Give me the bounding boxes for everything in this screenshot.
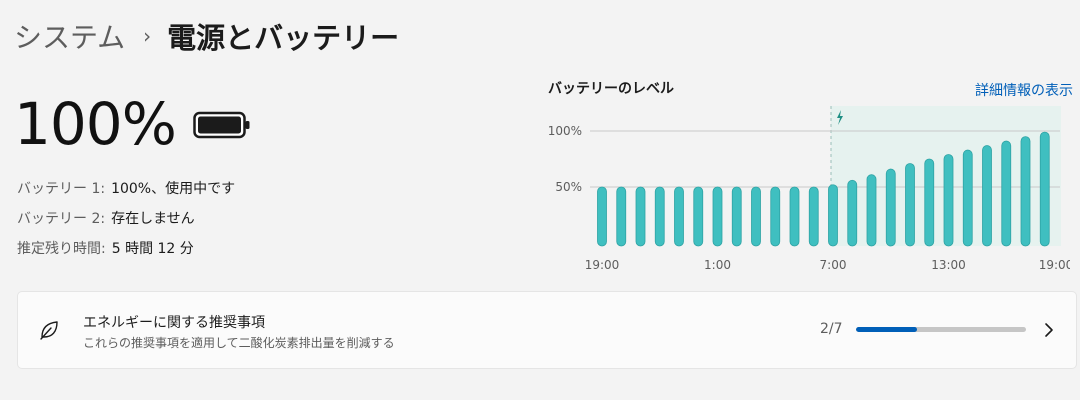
battery-1-value: 100%、使用中です: [111, 181, 236, 197]
battery-bar: [616, 186, 627, 247]
estimated-time-remaining: 推定残り時間: 5 時間 12 分: [17, 238, 194, 258]
x-tick-label: 7:00: [820, 258, 847, 272]
battery-bar: [962, 149, 973, 247]
recommendations-title: エネルギーに関する推奨事項: [83, 315, 265, 331]
battery-bar: [654, 186, 665, 247]
battery-bar: [828, 184, 838, 247]
battery-bar: [712, 186, 723, 247]
recommendations-progress-bar: [856, 327, 1026, 332]
battery-2-status: バッテリー 2: 存在しません: [17, 208, 195, 228]
recommendations-subtitle: これらの推奨事項を適用して二酸化炭素排出量を削減する: [83, 336, 395, 350]
energy-recommendations-card[interactable]: エネルギーに関する推奨事項 これらの推奨事項を適用して二酸化炭素排出量を削減する…: [17, 291, 1077, 369]
battery-bar: [789, 186, 800, 247]
battery-bar: [731, 186, 742, 247]
battery-bar: [924, 158, 935, 247]
battery-bar: [943, 154, 954, 247]
battery-1-label: バッテリー 1:: [17, 181, 106, 197]
x-tick-label: 13:00: [931, 258, 966, 272]
battery-level-chart: 100% 50% 19:00 1:00 7:00 13:00 19:00: [548, 106, 1070, 272]
battery-bar: [866, 174, 877, 247]
battery-bar: [847, 179, 858, 247]
page-title: 電源とバッテリー: [167, 21, 400, 55]
battery-2-label: バッテリー 2:: [17, 211, 106, 227]
battery-bar: [597, 186, 607, 247]
breadcrumb-separator: ›: [143, 24, 152, 48]
battery-bar: [808, 186, 819, 247]
x-tick-label: 19:00: [585, 258, 620, 272]
breadcrumb: システム › 電源とバッテリー: [14, 14, 399, 58]
chevron-right-icon[interactable]: [1043, 321, 1055, 339]
battery-2-value: 存在しません: [111, 211, 195, 227]
y-tick-label: 50%: [555, 180, 582, 194]
battery-bar: [905, 163, 915, 247]
battery-bar: [693, 186, 704, 247]
battery-1-status: バッテリー 1: 100%、使用中です: [17, 178, 235, 198]
battery-percentage: 100%: [14, 90, 177, 158]
time-remaining-value: 5 時間 12 分: [111, 241, 194, 257]
chart-title: バッテリーのレベル: [548, 81, 674, 97]
recommendations-progress-label: 2/7: [820, 321, 843, 337]
battery-bar: [1020, 136, 1031, 247]
battery-bar: [982, 145, 992, 247]
battery-bar: [1039, 131, 1050, 247]
battery-bar: [751, 186, 761, 247]
leaf-icon: [40, 321, 58, 340]
time-remaining-label: 推定残り時間:: [17, 241, 106, 257]
battery-bar: [674, 186, 684, 247]
battery-bar: [635, 186, 646, 247]
y-tick-label: 100%: [548, 124, 582, 138]
settings-page: システム › 電源とバッテリー 100% バッテリー 1: 100%、使用中です…: [0, 0, 1080, 400]
details-link[interactable]: 詳細情報の表示: [975, 80, 1073, 100]
breadcrumb-system-link[interactable]: システム: [14, 16, 125, 56]
battery-bar: [770, 186, 781, 247]
battery-bar: [1001, 140, 1012, 247]
x-tick-label: 19:00: [1039, 258, 1070, 272]
recommendations-progress-fill: [856, 327, 917, 332]
battery-full-icon: [193, 111, 250, 139]
x-tick-label: 1:00: [704, 258, 731, 272]
battery-bar: [885, 168, 896, 247]
